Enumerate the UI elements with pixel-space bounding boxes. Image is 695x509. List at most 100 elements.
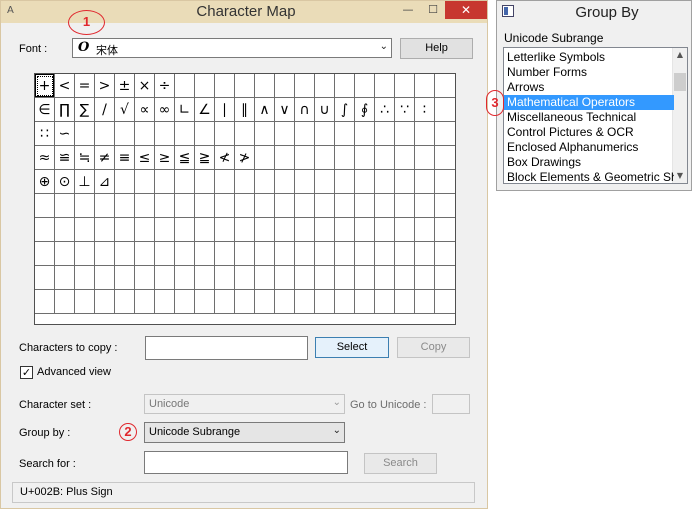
character-cell[interactable]: ∧ (255, 98, 275, 122)
character-cell[interactable] (215, 266, 235, 290)
subrange-list-item[interactable]: Box Drawings (504, 155, 674, 170)
character-cell[interactable] (275, 146, 295, 170)
character-cell[interactable] (395, 146, 415, 170)
character-cell[interactable]: ∞ (155, 98, 175, 122)
character-cell[interactable] (295, 170, 315, 194)
character-cell[interactable] (315, 242, 335, 266)
group-by-dropdown[interactable]: Unicode Subrange ⌄ (144, 422, 345, 443)
subrange-list-item[interactable]: Block Elements & Geometric Shapes (504, 170, 674, 183)
character-cell[interactable] (215, 122, 235, 146)
character-cell[interactable] (435, 290, 455, 314)
character-cell[interactable] (135, 242, 155, 266)
character-cell[interactable] (35, 266, 55, 290)
character-cell[interactable] (155, 290, 175, 314)
character-cell[interactable] (75, 122, 95, 146)
character-cell[interactable]: ≈ (35, 146, 55, 170)
character-cell[interactable]: ∟ (175, 98, 195, 122)
character-cell[interactable] (415, 170, 435, 194)
character-cell[interactable]: ≧ (195, 146, 215, 170)
character-cell[interactable] (295, 146, 315, 170)
character-cell[interactable]: ≠ (95, 146, 115, 170)
character-set-dropdown[interactable]: Unicode ⌄ (144, 394, 345, 414)
character-cell[interactable]: ⊕ (35, 170, 55, 194)
character-cell[interactable] (295, 266, 315, 290)
character-cell[interactable] (415, 218, 435, 242)
character-cell[interactable] (415, 122, 435, 146)
character-cell[interactable]: ∶ (415, 98, 435, 122)
minimize-button[interactable]: — (395, 1, 421, 19)
character-cell[interactable]: ≥ (155, 146, 175, 170)
character-cell[interactable] (255, 122, 275, 146)
character-cell[interactable] (395, 218, 415, 242)
character-cell[interactable] (315, 266, 335, 290)
character-cell[interactable] (435, 74, 455, 98)
character-cell[interactable] (35, 242, 55, 266)
character-cell[interactable]: ⊿ (95, 170, 115, 194)
character-cell[interactable] (195, 218, 215, 242)
character-cell[interactable] (335, 146, 355, 170)
character-cell[interactable] (295, 194, 315, 218)
character-cell[interactable] (275, 194, 295, 218)
character-cell[interactable]: ∴ (375, 98, 395, 122)
character-cell[interactable] (295, 242, 315, 266)
character-cell[interactable] (175, 122, 195, 146)
character-cell[interactable] (175, 170, 195, 194)
character-cell[interactable] (155, 122, 175, 146)
character-cell[interactable] (175, 266, 195, 290)
character-cell[interactable] (395, 74, 415, 98)
character-cell[interactable] (95, 122, 115, 146)
character-cell[interactable]: ∷ (35, 122, 55, 146)
character-cell[interactable] (315, 146, 335, 170)
character-cell[interactable] (275, 170, 295, 194)
advanced-view-checkbox[interactable]: ✓ (20, 366, 33, 379)
character-cell[interactable] (395, 242, 415, 266)
character-cell[interactable]: ≦ (175, 146, 195, 170)
character-cell[interactable] (55, 218, 75, 242)
character-cell[interactable] (135, 290, 155, 314)
character-cell[interactable] (355, 218, 375, 242)
character-cell[interactable] (195, 266, 215, 290)
character-cell[interactable] (355, 290, 375, 314)
character-cell[interactable] (155, 218, 175, 242)
character-cell[interactable]: ≮ (215, 146, 235, 170)
character-cell[interactable] (255, 194, 275, 218)
character-cell[interactable] (115, 122, 135, 146)
character-cell[interactable] (295, 74, 315, 98)
subrange-list-item[interactable]: Miscellaneous Technical (504, 110, 674, 125)
character-cell[interactable] (415, 74, 435, 98)
character-cell[interactable] (115, 266, 135, 290)
character-cell[interactable] (275, 218, 295, 242)
character-cell[interactable] (435, 194, 455, 218)
character-cell[interactable] (335, 218, 355, 242)
character-cell[interactable] (335, 290, 355, 314)
character-cell[interactable] (175, 242, 195, 266)
character-cell[interactable] (75, 290, 95, 314)
character-cell[interactable] (315, 170, 335, 194)
character-cell[interactable] (215, 218, 235, 242)
character-cell[interactable]: ± (115, 74, 135, 98)
character-cell[interactable] (435, 146, 455, 170)
character-cell[interactable]: ⊥ (75, 170, 95, 194)
subrange-list-item[interactable]: Letterlike Symbols (504, 50, 674, 65)
character-cell[interactable] (295, 290, 315, 314)
character-cell[interactable]: ∵ (395, 98, 415, 122)
character-cell[interactable]: ∪ (315, 98, 335, 122)
character-cell[interactable] (155, 266, 175, 290)
character-cell[interactable] (375, 218, 395, 242)
character-cell[interactable]: ∈ (35, 98, 55, 122)
character-cell[interactable]: ∫ (335, 98, 355, 122)
character-cell[interactable] (215, 194, 235, 218)
go-to-unicode-input[interactable] (432, 394, 470, 414)
character-cell[interactable] (75, 242, 95, 266)
character-cell[interactable] (255, 218, 275, 242)
character-cell[interactable] (395, 290, 415, 314)
scroll-down-icon[interactable]: ▼ (673, 169, 687, 183)
character-cell[interactable] (235, 74, 255, 98)
character-cell[interactable] (155, 170, 175, 194)
character-cell[interactable]: > (95, 74, 115, 98)
character-cell[interactable] (435, 218, 455, 242)
character-cell[interactable] (195, 242, 215, 266)
character-cell[interactable] (375, 122, 395, 146)
character-cell[interactable] (355, 170, 375, 194)
character-cell[interactable] (215, 170, 235, 194)
